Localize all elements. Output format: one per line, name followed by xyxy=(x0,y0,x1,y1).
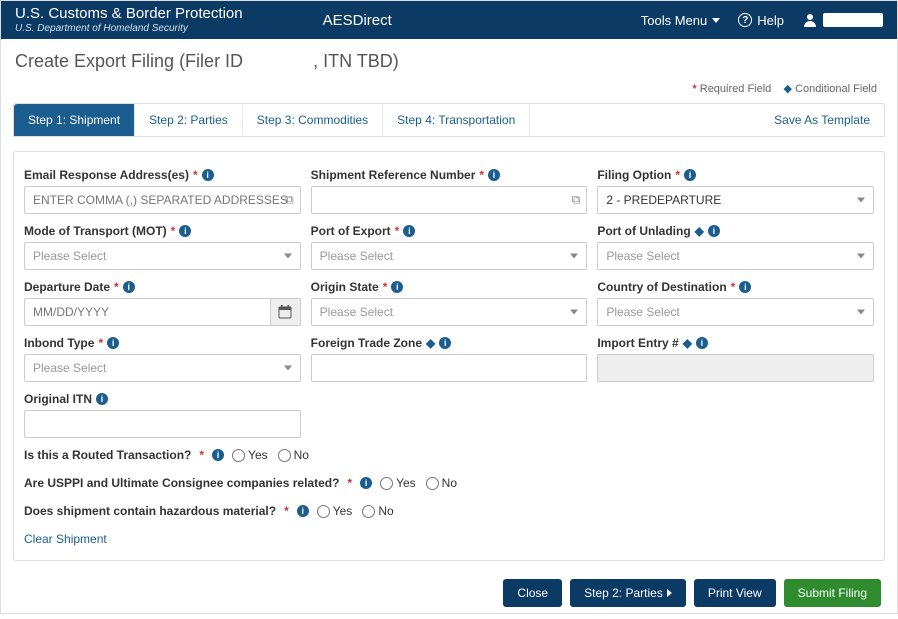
related-question: Are USPPI and Ultimate Consignee compani… xyxy=(24,476,874,490)
info-icon[interactable]: i xyxy=(179,225,191,237)
hazmat-no-radio[interactable]: No xyxy=(362,504,393,518)
legend-conditional: Conditional Field xyxy=(795,83,877,95)
tab-step-3-commodities[interactable]: Step 3: Commodities xyxy=(243,104,383,136)
departure-date-input[interactable] xyxy=(24,298,271,326)
calendar-button[interactable] xyxy=(271,298,301,326)
info-icon[interactable]: i xyxy=(708,225,720,237)
lookup-icon[interactable]: ⧉ xyxy=(572,193,581,208)
info-icon[interactable]: i xyxy=(403,225,415,237)
info-icon[interactable]: i xyxy=(297,505,309,517)
country-destination-select[interactable]: Please Select xyxy=(597,298,874,326)
info-icon[interactable]: i xyxy=(202,169,214,181)
info-icon[interactable]: i xyxy=(96,393,108,405)
info-icon[interactable]: i xyxy=(439,337,451,349)
original-itn-input[interactable] xyxy=(24,410,301,438)
origin-state-label: Origin State*i xyxy=(311,280,588,294)
info-icon[interactable]: i xyxy=(360,477,372,489)
related-yes-radio[interactable]: Yes xyxy=(380,476,416,490)
departure-date-label: Departure Date*i xyxy=(24,280,301,294)
import-entry-input xyxy=(597,354,874,382)
hazmat-question: Does shipment contain hazardous material… xyxy=(24,504,874,518)
calendar-icon xyxy=(278,305,292,319)
chevron-right-icon xyxy=(667,589,672,597)
related-no-radio[interactable]: No xyxy=(426,476,457,490)
footer-buttons: Close Step 2: Parties Print View Submit … xyxy=(1,575,897,619)
lookup-icon[interactable]: ⧉ xyxy=(285,193,294,208)
tools-menu-label: Tools Menu xyxy=(641,13,707,28)
department-name: U.S. Department of Homeland Security xyxy=(15,23,243,34)
ftz-label: Foreign Trade Zone◆i xyxy=(311,336,588,350)
submit-filing-button[interactable]: Submit Filing xyxy=(784,579,881,607)
port-unlading-label: Port of Unlading◆i xyxy=(597,224,874,238)
email-input[interactable]: ⧉ xyxy=(24,186,301,214)
routed-no-radio[interactable]: No xyxy=(278,448,309,462)
info-icon[interactable]: i xyxy=(391,281,403,293)
conditional-diamond-icon: ◆ xyxy=(784,83,792,95)
print-view-button[interactable]: Print View xyxy=(694,579,776,607)
next-step-button[interactable]: Step 2: Parties xyxy=(570,579,686,607)
help-link[interactable]: ? Help xyxy=(738,13,784,28)
save-as-template-link[interactable]: Save As Template xyxy=(760,104,884,136)
help-label: Help xyxy=(757,13,784,28)
page-title-prefix: Create Export Filing (Filer ID xyxy=(15,51,243,71)
tab-step-1-shipment[interactable]: Step 1: Shipment xyxy=(14,104,135,136)
info-icon[interactable]: i xyxy=(739,281,751,293)
step-tabs: Step 1: Shipment Step 2: Parties Step 3:… xyxy=(13,103,885,137)
tools-menu[interactable]: Tools Menu xyxy=(641,13,720,28)
help-icon: ? xyxy=(738,13,752,27)
email-label: Email Response Address(es)*i xyxy=(24,168,301,182)
inbond-select[interactable]: Please Select xyxy=(24,354,301,382)
page-title: Create Export Filing (Filer ID , ITN TBD… xyxy=(1,39,897,78)
info-icon[interactable]: i xyxy=(123,281,135,293)
original-itn-label: Original ITNi xyxy=(24,392,301,406)
inbond-label: Inbond Type*i xyxy=(24,336,301,350)
tab-step-4-transportation[interactable]: Step 4: Transportation xyxy=(383,104,530,136)
filing-option-select[interactable]: 2 - PREDEPARTURE xyxy=(597,186,874,214)
info-icon[interactable]: i xyxy=(696,337,708,349)
info-icon[interactable]: i xyxy=(488,169,500,181)
tab-step-2-parties[interactable]: Step 2: Parties xyxy=(135,104,243,136)
legend-required: Required Field xyxy=(700,83,772,95)
caret-down-icon xyxy=(712,18,720,23)
mot-label: Mode of Transport (MOT)*i xyxy=(24,224,301,238)
info-icon[interactable]: i xyxy=(684,169,696,181)
hazmat-yes-radio[interactable]: Yes xyxy=(317,504,353,518)
page-title-suffix: , ITN TBD) xyxy=(313,51,399,71)
routed-question: Is this a Routed Transaction?*i Yes No xyxy=(24,448,874,462)
ftz-input[interactable] xyxy=(311,354,588,382)
filing-option-label: Filing Option*i xyxy=(597,168,874,182)
app-name: AESDirect xyxy=(323,12,392,29)
clear-shipment-link[interactable]: Clear Shipment xyxy=(24,532,874,546)
origin-state-select[interactable]: Please Select xyxy=(311,298,588,326)
shipment-ref-label: Shipment Reference Number*i xyxy=(311,168,588,182)
country-destination-label: Country of Destination*i xyxy=(597,280,874,294)
close-button[interactable]: Close xyxy=(503,579,562,607)
required-star-icon: * xyxy=(692,83,696,95)
routed-yes-radio[interactable]: Yes xyxy=(232,448,268,462)
info-icon[interactable]: i xyxy=(107,337,119,349)
port-export-label: Port of Export*i xyxy=(311,224,588,238)
agency-name: U.S. Customs & Border Protection xyxy=(15,6,243,23)
info-icon[interactable]: i xyxy=(212,449,224,461)
mot-select[interactable]: Please Select xyxy=(24,242,301,270)
port-unlading-select[interactable]: Please Select xyxy=(597,242,874,270)
legend: * Required Field ◆ Conditional Field xyxy=(1,78,897,103)
import-entry-label: Import Entry #◆i xyxy=(597,336,874,350)
top-bar: U.S. Customs & Border Protection U.S. De… xyxy=(1,1,897,39)
shipment-panel: Email Response Address(es)*i ⧉ Shipment … xyxy=(13,151,885,561)
port-export-select[interactable]: Please Select xyxy=(311,242,588,270)
shipment-ref-input[interactable]: ⧉ xyxy=(311,186,588,214)
brand: U.S. Customs & Border Protection U.S. De… xyxy=(15,6,243,34)
user-menu[interactable] xyxy=(802,12,883,28)
user-name-chip xyxy=(823,13,883,27)
user-icon xyxy=(802,12,818,28)
